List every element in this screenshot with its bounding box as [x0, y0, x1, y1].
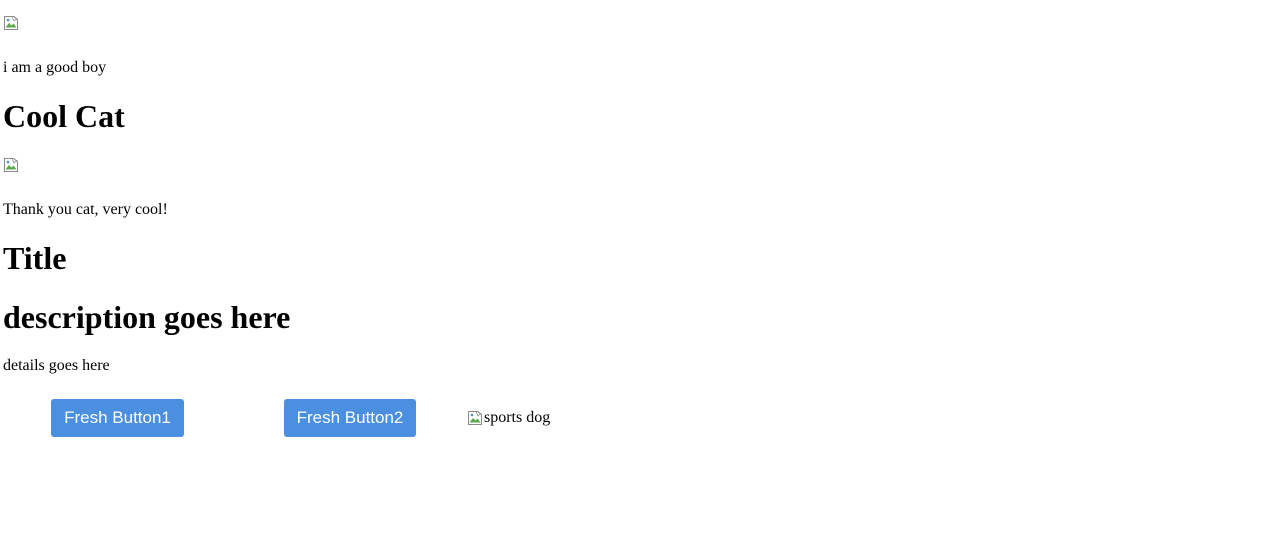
fresh-button-1[interactable]: Fresh Button1: [51, 399, 184, 437]
card-title: Title: [3, 240, 67, 276]
cool-cat-heading: Cool Cat: [3, 98, 125, 134]
page: i am a good boy Cool Cat Thank you cat, …: [0, 0, 1288, 553]
card-description: description goes here: [3, 299, 291, 335]
broken-image-icon: [467, 410, 483, 426]
sports-dog-alt-text: sports dog: [484, 409, 551, 426]
broken-image-icon: [3, 157, 19, 173]
card-details: details goes here: [3, 357, 110, 374]
broken-image-icon: [3, 15, 19, 31]
dog-caption: i am a good boy: [3, 59, 107, 76]
cat-caption: Thank you cat, very cool!: [3, 201, 168, 218]
sports-dog-image: sports dog: [467, 409, 550, 427]
fresh-button-2[interactable]: Fresh Button2: [284, 399, 416, 437]
